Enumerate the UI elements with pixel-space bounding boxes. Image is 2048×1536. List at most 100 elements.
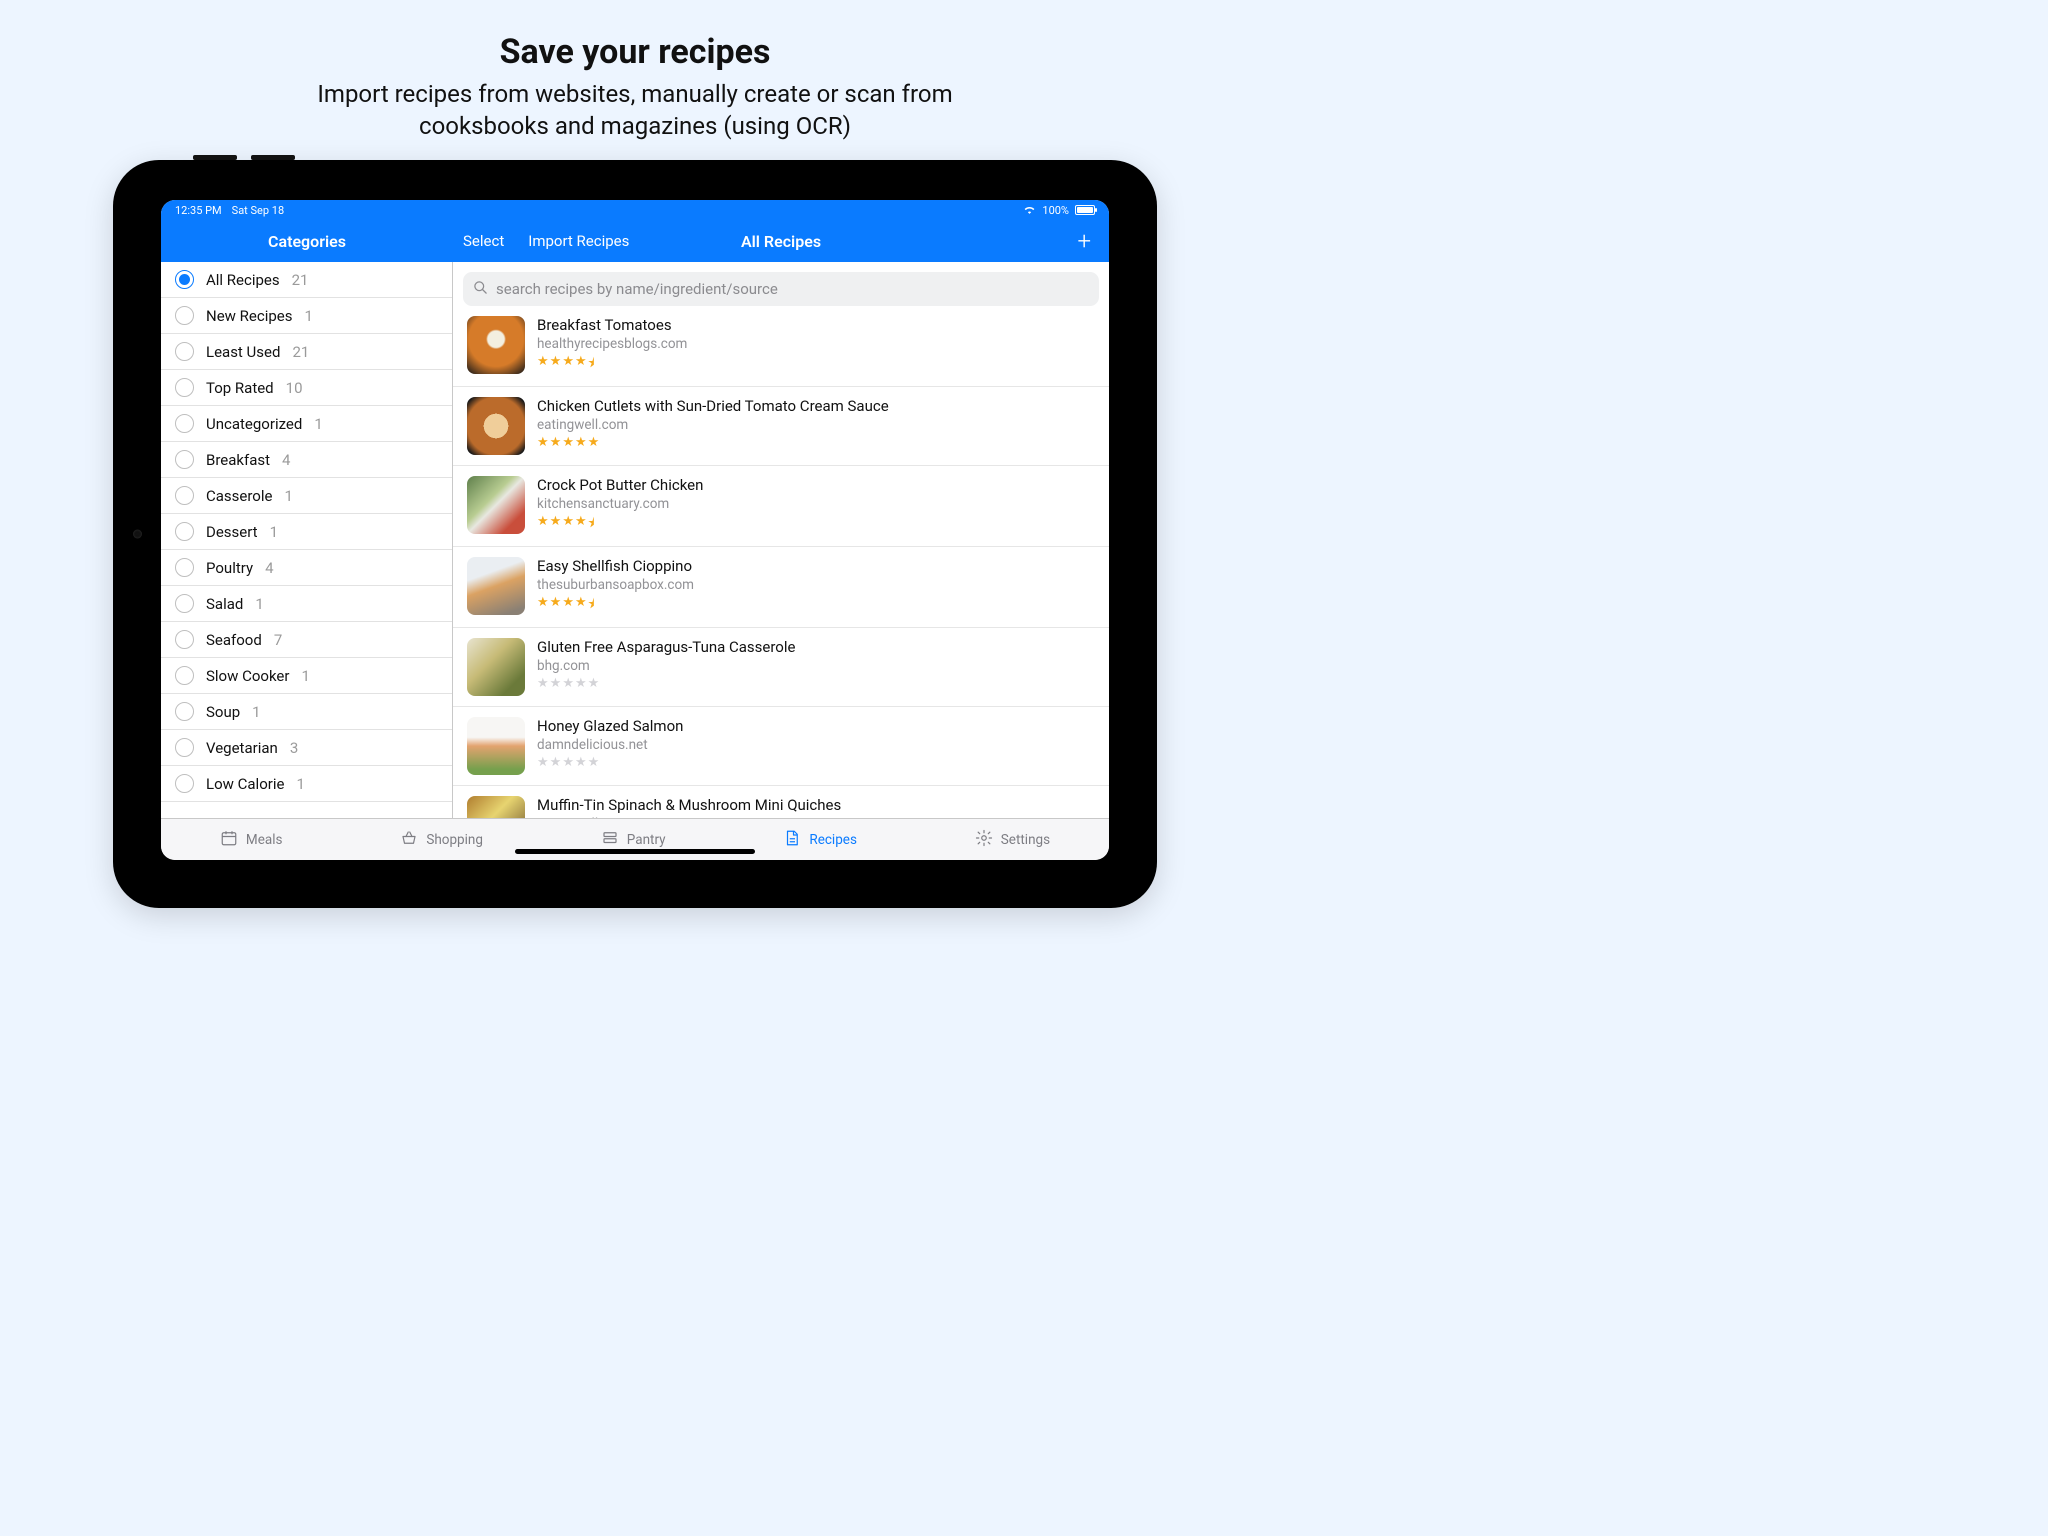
recipe-title: Breakfast Tomatoes <box>537 316 687 334</box>
category-count: 21 <box>292 271 309 289</box>
select-button[interactable]: Select <box>463 232 504 250</box>
recipe-row[interactable]: Crock Pot Butter Chickenkitchensanctuary… <box>453 466 1109 547</box>
recipe-row[interactable]: Honey Glazed Salmon damndelicious.net ★★★★… <box>453 707 1109 786</box>
category-row[interactable]: Least Used 21 <box>161 334 452 370</box>
radio-icon <box>175 738 194 757</box>
radio-icon <box>175 486 194 505</box>
category-count: 10 <box>286 379 303 397</box>
radio-icon <box>175 450 194 469</box>
category-label: Vegetarian <box>206 739 278 757</box>
recipe-title: Gluten Free Asparagus-Tuna Casserole <box>537 638 795 656</box>
recipe-rating: ★★★★⯨ <box>537 354 687 376</box>
category-row[interactable]: Slow Cooker1 <box>161 658 452 694</box>
category-row[interactable]: All Recipes 21 <box>161 262 452 298</box>
category-count: 4 <box>265 559 273 577</box>
category-count: 1 <box>296 775 304 793</box>
radio-icon <box>175 378 194 397</box>
tab-pantry[interactable]: Pantry <box>601 829 666 851</box>
recipe-thumbnail <box>467 476 525 534</box>
recipe-source: damndelicious.net <box>537 737 683 753</box>
category-count: 1 <box>270 523 278 541</box>
category-label: Dessert <box>206 523 258 541</box>
recipe-thumbnail <box>467 796 525 818</box>
tab-settings[interactable]: Settings <box>975 829 1050 851</box>
recipe-row[interactable]: Muffin-Tin Spinach & Mushroom Mini Quich… <box>453 786 1109 818</box>
tab-label: Recipes <box>809 832 857 848</box>
recipe-source: kitchensanctuary.com <box>537 496 703 512</box>
nav-title-categories: Categories <box>161 232 453 251</box>
category-label: Salad <box>206 595 243 613</box>
tab-recipes[interactable]: Recipes <box>783 829 857 851</box>
category-count: 4 <box>282 451 290 469</box>
recipe-row[interactable]: Chicken Cutlets with Sun-Dried Tomato Cr… <box>453 387 1109 466</box>
nav-bar: Categories Select Import Recipes All Rec… <box>161 220 1109 262</box>
category-label: Breakfast <box>206 451 270 469</box>
category-row[interactable]: Dessert 1 <box>161 514 452 550</box>
categories-sidebar[interactable]: All Recipes 21 New Recipes1 Least Used 21 Top… <box>161 262 453 818</box>
document-icon <box>783 829 801 851</box>
category-row[interactable]: Vegetarian3 <box>161 730 452 766</box>
recipe-rating: ★★★★★ <box>537 435 889 450</box>
search-placeholder: search recipes by name/ingredient/source <box>496 280 778 298</box>
category-count: 21 <box>292 343 309 361</box>
radio-icon <box>175 522 194 541</box>
category-row[interactable]: Poultry 4 <box>161 550 452 586</box>
recipe-source: thesuburbansoapbox.com <box>537 577 694 593</box>
recipe-rating: ★★★★★ <box>537 755 683 770</box>
battery-icon <box>1075 205 1095 215</box>
recipe-thumbnail <box>467 557 525 615</box>
category-row[interactable]: Top Rated10 <box>161 370 452 406</box>
category-label: Seafood <box>206 631 262 649</box>
radio-icon <box>175 630 194 649</box>
tab-label: Settings <box>1001 832 1050 848</box>
recipe-title: Chicken Cutlets with Sun-Dried Tomato Cr… <box>537 397 889 415</box>
recipe-row[interactable]: Breakfast Tomatoes healthyrecipesblogs.co… <box>453 306 1109 387</box>
category-label: Least Used <box>206 343 280 361</box>
category-label: Low Calorie <box>206 775 284 793</box>
category-row[interactable]: Soup1 <box>161 694 452 730</box>
category-row[interactable]: Breakfast 4 <box>161 442 452 478</box>
recipe-thumbnail <box>467 717 525 775</box>
category-count: 1 <box>255 595 263 613</box>
radio-icon <box>175 594 194 613</box>
category-row[interactable]: Uncategorized1 <box>161 406 452 442</box>
home-indicator[interactable] <box>515 849 755 854</box>
import-recipes-button[interactable]: Import Recipes <box>528 232 629 250</box>
category-row[interactable]: Seafood7 <box>161 622 452 658</box>
recipe-thumbnail <box>467 638 525 696</box>
tab-label: Meals <box>246 832 283 848</box>
nav-title-main: All Recipes <box>741 232 821 251</box>
recipe-source: healthyrecipesblogs.com <box>537 336 687 352</box>
category-label: Casserole <box>206 487 272 505</box>
category-label: All Recipes <box>206 271 280 289</box>
pantry-icon <box>601 829 619 851</box>
search-icon <box>473 280 488 299</box>
recipe-row[interactable]: Easy Shellfish Cioppinothesuburbansoapbo… <box>453 547 1109 628</box>
radio-icon <box>175 306 194 325</box>
category-row[interactable]: Salad 1 <box>161 586 452 622</box>
device-camera <box>133 530 142 539</box>
recipe-title: Honey Glazed Salmon <box>537 717 683 735</box>
category-label: Uncategorized <box>206 415 302 433</box>
radio-icon <box>175 702 194 721</box>
recipe-list[interactable]: Breakfast Tomatoes healthyrecipesblogs.co… <box>453 306 1109 818</box>
radio-icon <box>175 774 194 793</box>
tab-shopping[interactable]: Shopping <box>400 829 483 851</box>
category-row[interactable]: New Recipes1 <box>161 298 452 334</box>
category-row[interactable]: Low Calorie 1 <box>161 766 452 802</box>
recipe-title: Muffin-Tin Spinach & Mushroom Mini Quich… <box>537 796 841 814</box>
recipe-row[interactable]: Gluten Free Asparagus-Tuna Casserolebhg.… <box>453 628 1109 707</box>
add-recipe-button[interactable]: + <box>1077 227 1091 255</box>
tab-meals[interactable]: Meals <box>220 829 283 851</box>
category-count: 1 <box>284 487 292 505</box>
recipe-rating: ★★★★⯨ <box>537 514 703 536</box>
status-time: 12:35 PM <box>175 204 222 217</box>
category-count: 1 <box>252 703 260 721</box>
search-input[interactable]: search recipes by name/ingredient/source <box>463 272 1099 306</box>
status-date: Sat Sep 18 <box>232 204 284 217</box>
status-bar: 12:35 PM Sat Sep 18 100% <box>161 200 1109 220</box>
category-row[interactable]: Casserole 1 <box>161 478 452 514</box>
category-label: Poultry <box>206 559 253 577</box>
category-count: 1 <box>301 667 309 685</box>
promo-subtitle: Import recipes from websites, manually c… <box>0 78 1270 143</box>
